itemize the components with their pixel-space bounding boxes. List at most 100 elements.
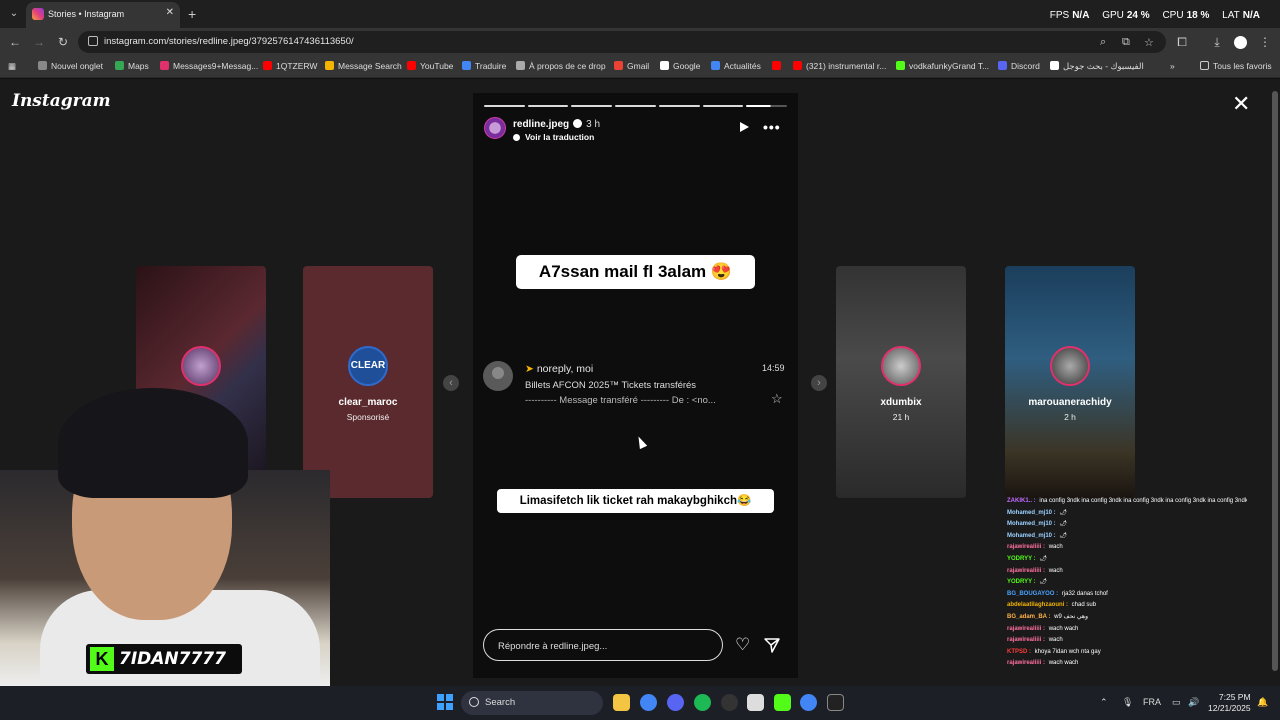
- tab-title: Stories • Instagram: [48, 9, 125, 19]
- story-avatar: [881, 346, 921, 386]
- reload-icon[interactable]: ↻: [56, 35, 70, 49]
- verified-badge-icon: [573, 119, 583, 128]
- streamer-name-tag: K 7IDAN7777: [86, 644, 242, 674]
- instagram-logo[interactable]: Instagram: [12, 91, 111, 111]
- chat-text: 🌶: [1037, 555, 1047, 562]
- obs-icon[interactable]: [721, 694, 738, 711]
- side-story-card-xdumbix[interactable]: xdumbix 21 h: [836, 266, 966, 498]
- bookmark-star-icon[interactable]: ☆: [1144, 36, 1154, 49]
- gpu-value: 24 %: [1126, 10, 1150, 21]
- close-tab-icon[interactable]: ✕: [166, 7, 174, 18]
- url-text[interactable]: instagram.com/stories/redline.jpeg/37925…: [104, 36, 354, 47]
- cpu-label: CPU: [1162, 10, 1184, 21]
- volume-icon[interactable]: 🔊: [1188, 697, 1199, 708]
- bookmark-item[interactable]: Google: [660, 61, 700, 71]
- send-icon[interactable]: [763, 636, 781, 654]
- bookmark-label: À propos de ce drop: [529, 61, 606, 71]
- bookmark-item[interactable]: 1QTZERW: [263, 61, 317, 71]
- bookmark-item[interactable]: Message Search: [325, 61, 402, 71]
- install-app-icon[interactable]: ⧉: [1122, 36, 1130, 49]
- bookmark-item[interactable]: vodkafunkyGrand T...: [896, 61, 989, 71]
- input-language[interactable]: FRA: [1143, 697, 1161, 707]
- story-username: clear_maroc: [338, 397, 398, 408]
- all-bookmarks[interactable]: Tous les favoris: [1200, 61, 1272, 71]
- taskbar-clock[interactable]: 7:25 PM 12/21/2025: [1208, 692, 1251, 714]
- bookmark-item[interactable]: Messages9+Messag...: [160, 61, 258, 71]
- kick-app-icon[interactable]: [774, 694, 791, 711]
- story-author-avatar[interactable]: [484, 117, 506, 139]
- back-icon[interactable]: ←: [8, 35, 22, 49]
- spotify-icon[interactable]: [694, 694, 711, 711]
- new-tab-icon[interactable]: +: [188, 6, 196, 22]
- story-time: 3 h: [586, 119, 601, 130]
- story-caption-bottom: Limasifetch lik ticket rah makaybghikch😂: [497, 489, 774, 513]
- side-story-card-marouanerachidy[interactable]: marouanerachidy 2 h: [1005, 266, 1135, 498]
- site-info-icon[interactable]: [88, 36, 98, 46]
- taskbar-search[interactable]: Search: [461, 691, 603, 715]
- microphone-icon[interactable]: 🎙: [1122, 697, 1133, 708]
- bookmark-item[interactable]: Traduire: [462, 61, 506, 71]
- page-scrollbar[interactable]: [1270, 79, 1280, 686]
- tray-overflow-icon[interactable]: ⌃: [1100, 697, 1108, 708]
- play-icon[interactable]: [740, 122, 749, 132]
- bookmark-item[interactable]: À propos de ce drop: [516, 61, 606, 71]
- chrome-profile-icon[interactable]: [800, 694, 817, 711]
- story-viewer[interactable]: redline.jpeg 3 h Voir la traduction ••• A…: [473, 93, 798, 678]
- profile-avatar-icon[interactable]: [1234, 36, 1247, 49]
- email-from: ➤ noreply, moi: [525, 363, 593, 375]
- apps-grid-icon[interactable]: ▦: [8, 61, 16, 72]
- bookmark-item[interactable]: Maps: [115, 61, 149, 71]
- address-bar[interactable]: instagram.com/stories/redline.jpeg/37925…: [78, 31, 1166, 53]
- see-translation-link[interactable]: Voir la traduction: [513, 132, 594, 142]
- browser-tab[interactable]: Stories • Instagram ✕: [26, 2, 180, 28]
- bookmarks-overflow-icon[interactable]: »: [1170, 61, 1175, 71]
- reply-box[interactable]: [483, 629, 723, 661]
- previous-story-icon[interactable]: ‹: [443, 375, 459, 391]
- like-heart-icon[interactable]: ♡: [735, 636, 750, 653]
- bookmark-item[interactable]: الفيسبوك - بحث جوجل: [1050, 61, 1144, 72]
- file-explorer-icon[interactable]: [613, 694, 630, 711]
- email-from-text: noreply, moi: [536, 363, 594, 375]
- more-options-icon[interactable]: •••: [763, 119, 781, 135]
- chat-message: rajawirealiiii : wach: [1007, 542, 1247, 554]
- chrome-icon[interactable]: [640, 694, 657, 711]
- steam-icon[interactable]: [747, 694, 764, 711]
- download-icon[interactable]: ⤓: [1210, 35, 1224, 50]
- bookmark-item[interactable]: Actualités: [711, 61, 761, 71]
- chat-username: Mohamed_mj10 :: [1007, 509, 1056, 516]
- address-row: ← → ↻ instagram.com/stories/redline.jpeg…: [0, 28, 1280, 56]
- chat-message: BG_BOUGAYOO : rja32 danas tchof: [1007, 589, 1247, 601]
- clock-time: 7:25 PM: [1218, 692, 1251, 702]
- chat-message: BG_adam_BA : w9 وهي نحف: [1007, 612, 1247, 624]
- network-icon[interactable]: ▭: [1172, 697, 1181, 708]
- extensions-icon[interactable]: ⧠: [1175, 35, 1189, 50]
- bookmark-item[interactable]: Nouvel onglet: [38, 61, 103, 71]
- story-avatar: [181, 346, 221, 386]
- notifications-icon[interactable]: 🔔: [1257, 697, 1268, 708]
- email-subject: Billets AFCON 2025™ Tickets transférés: [525, 380, 697, 391]
- bookmark-item[interactable]: YouTube: [407, 61, 453, 71]
- forward-icon[interactable]: →: [32, 35, 46, 49]
- discord-icon[interactable]: [667, 694, 684, 711]
- windows-start-icon[interactable]: [437, 694, 454, 711]
- bookmark-item[interactable]: Gmail: [614, 61, 649, 71]
- story-time: 21 h: [892, 412, 910, 422]
- scrollbar-thumb[interactable]: [1272, 91, 1278, 671]
- bookmark-item[interactable]: Discord: [998, 61, 1040, 71]
- chat-message: Mohamed_mj10 : 🌶: [1007, 531, 1247, 543]
- menu-kebab-icon[interactable]: ⋮: [1258, 35, 1272, 49]
- chat-username: rajawirealiiii :: [1007, 637, 1046, 644]
- side-story-card-clear-maroc[interactable]: CLEAR clear_maroc Sponsorisé: [303, 266, 433, 498]
- close-stories-icon[interactable]: ✕: [1232, 93, 1250, 115]
- search-icon: [469, 697, 479, 707]
- epic-games-icon[interactable]: [827, 694, 844, 711]
- chat-username: YODRYY :: [1007, 555, 1036, 562]
- bookmark-item[interactable]: [772, 61, 785, 71]
- tab-search-icon[interactable]: ⌄: [6, 6, 22, 22]
- next-story-icon[interactable]: ›: [811, 375, 827, 391]
- reply-input[interactable]: [498, 638, 708, 654]
- fps-label: FPS: [1049, 10, 1070, 21]
- story-author[interactable]: redline.jpeg 3 h: [513, 119, 600, 130]
- bookmark-item[interactable]: (321) instrumental r...: [793, 61, 886, 71]
- zoom-icon[interactable]: ⌕: [1100, 36, 1106, 49]
